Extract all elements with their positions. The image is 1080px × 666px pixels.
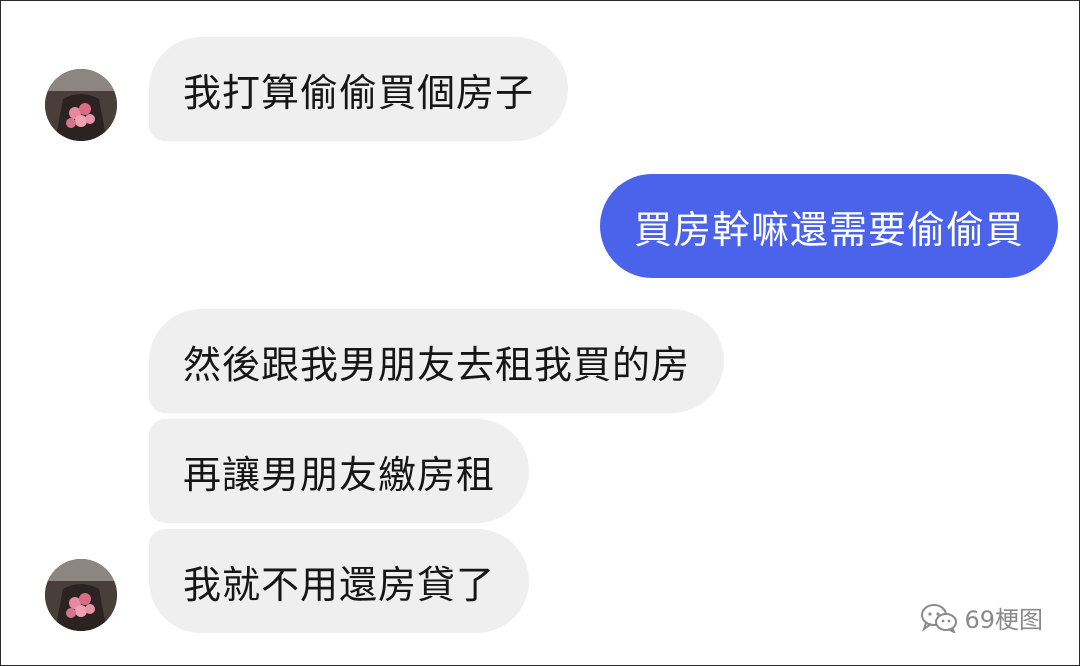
message-text: 然後跟我男朋友去租我買的房 <box>183 342 691 387</box>
message-bubble-incoming[interactable]: 再讓男朋友繳房租 <box>149 419 530 523</box>
message-text: 我就不用還房貸了 <box>183 562 496 607</box>
message-text: 買房幹嘛還需要偷偷買 <box>633 207 1024 252</box>
message-text: 再讓男朋友繳房租 <box>183 452 496 497</box>
chat-screenshot: 我打算偷偷買個房子 買房幹嘛還需要偷偷買 然後跟我男朋友去租我買的房 再讓男朋友… <box>0 0 1080 666</box>
avatar-photo-icon <box>45 559 117 631</box>
avatar-photo-icon <box>45 69 117 141</box>
contact-avatar[interactable] <box>45 69 117 141</box>
message-text: 我打算偷偷買個房子 <box>183 70 535 115</box>
message-bubble-incoming[interactable]: 我就不用還房貸了 <box>149 529 530 633</box>
watermark-text: 69梗图 <box>964 606 1043 634</box>
contact-avatar[interactable] <box>45 559 117 631</box>
message-bubble-incoming[interactable]: 我打算偷偷買個房子 <box>149 37 569 141</box>
message-bubble-outgoing[interactable]: 買房幹嘛還需要偷偷買 <box>599 174 1058 278</box>
wechat-icon <box>921 603 958 633</box>
watermark: 69梗图 <box>920 600 1043 635</box>
message-bubble-incoming[interactable]: 然後跟我男朋友去租我買的房 <box>149 309 725 413</box>
